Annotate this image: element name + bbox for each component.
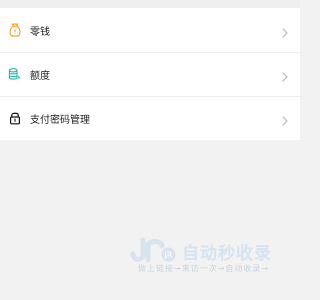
wallet-menu-list: ¥ 零钱 额度 支付密码管理 — [0, 8, 300, 140]
watermark-title: 自动秒收录 — [182, 244, 272, 264]
coin-stack-icon — [8, 66, 22, 82]
wallet-page: ¥ 零钱 额度 支付密码管理 JR 自动秒收录 做上链接→来访一次→自动收录→ — [0, 0, 300, 300]
menu-item-quota[interactable]: 额度 — [0, 52, 300, 96]
menu-item-label: 支付密码管理 — [30, 114, 90, 126]
chevron-right-icon — [281, 68, 289, 82]
lock-icon — [8, 110, 22, 126]
watermark-brand: JR — [164, 250, 173, 259]
menu-item-label: 零钱 — [30, 26, 50, 38]
chevron-right-icon — [281, 112, 289, 126]
menu-item-payment-password[interactable]: 支付密码管理 — [0, 96, 300, 140]
watermark-subtitle: 做上链接→来访一次→自动收录→ — [138, 264, 270, 273]
menu-item-label: 额度 — [30, 70, 50, 82]
watermark-logo: JR — [130, 237, 176, 263]
svg-text:¥: ¥ — [13, 29, 16, 35]
menu-item-change[interactable]: ¥ 零钱 — [0, 8, 300, 52]
money-bag-icon: ¥ — [8, 22, 22, 38]
top-spacer — [0, 0, 300, 8]
chevron-right-icon — [281, 24, 289, 38]
watermark: JR 自动秒收录 做上链接→来访一次→自动收录→ — [128, 236, 288, 280]
